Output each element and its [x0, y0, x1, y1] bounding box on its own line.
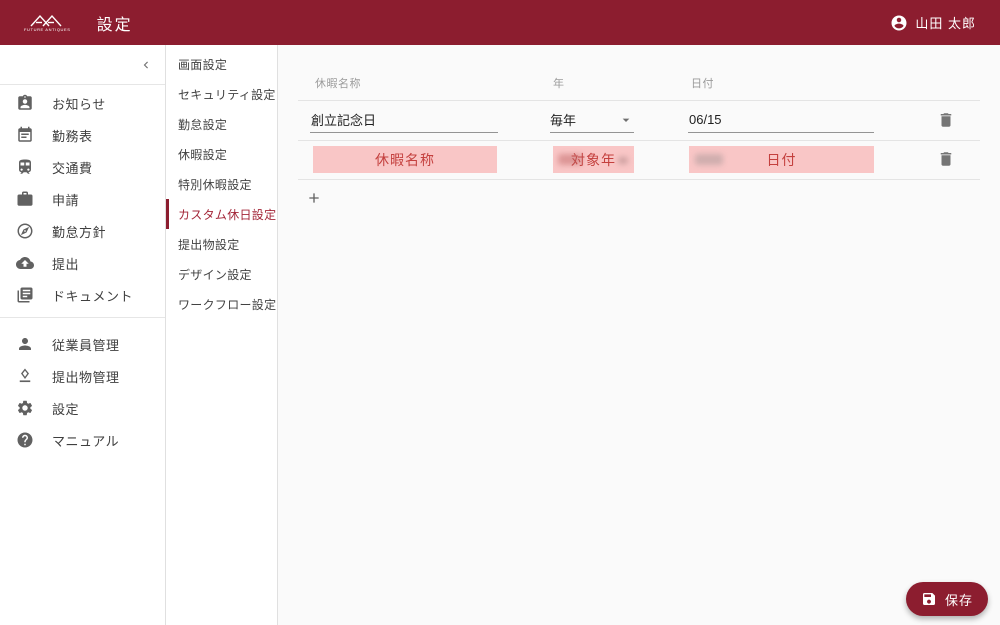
- settings-menu-item-custom-holiday[interactable]: カスタム休日設定: [166, 199, 277, 229]
- settings-menu-list: 画面設定 セキュリティ設定 勤怠設定 休暇設定 特別休暇設定 カスタム休日設定 …: [166, 49, 277, 319]
- year-select[interactable]: 毎年: [550, 107, 634, 133]
- settings-submenu: 画面設定 セキュリティ設定 勤怠設定 休暇設定 特別休暇設定 カスタム休日設定 …: [166, 45, 278, 625]
- settings-menu-item-submissions[interactable]: 提出物設定: [166, 229, 277, 259]
- holiday-name-input[interactable]: [310, 107, 498, 133]
- brand-name: FUTURE ANTIQUES: [24, 26, 71, 32]
- app-body: お知らせ 勤務表 交通費 申請 勤怠方針 提出 ドキュメント 従業員管理 提出物…: [0, 45, 1000, 625]
- brand-logo: FUTURE ANTIQUES: [24, 14, 71, 32]
- redacted-smudge: [618, 157, 628, 164]
- sidebar-item-work-schedule[interactable]: 勤務表: [0, 119, 165, 151]
- sidebar-item-label: 勤務表: [52, 128, 93, 144]
- approval-icon: [15, 366, 35, 386]
- row-divider: [298, 179, 980, 180]
- primary-sidebar: お知らせ 勤務表 交通費 申請 勤怠方針 提出 ドキュメント 従業員管理 提出物…: [0, 45, 166, 625]
- column-header-holiday-name: 休暇名称: [315, 78, 361, 90]
- save-button-label: 保存: [944, 592, 973, 608]
- save-icon: [921, 591, 937, 607]
- secondary-nav-list: 従業員管理 提出物管理 設定 マニュアル: [0, 326, 165, 456]
- sidebar-item-documents[interactable]: ドキュメント: [0, 279, 165, 311]
- annotated-year-field[interactable]: 対象年: [553, 146, 634, 173]
- sidebar-item-label: 交通費: [52, 160, 93, 176]
- train-icon: [15, 157, 35, 177]
- table-header-divider: [298, 100, 980, 101]
- delete-row-button[interactable]: [934, 147, 958, 171]
- sidebar-divider: [0, 317, 165, 318]
- clipboard-person-icon: [15, 93, 35, 113]
- settings-menu-item-screen[interactable]: 画面設定: [166, 49, 277, 79]
- app-window: FUTURE ANTIQUES 設定 山田 太郎 お知らせ 勤務表 交通費 申請…: [0, 0, 1000, 625]
- sidebar-item-label: 申請: [52, 192, 80, 208]
- column-header-date: 日付: [691, 78, 714, 90]
- person-icon: [15, 334, 35, 354]
- settings-menu-item-workflow[interactable]: ワークフロー設定: [166, 289, 277, 319]
- user-name: 山田 太郎: [915, 16, 976, 31]
- cloud-upload-icon: [15, 253, 35, 273]
- sidebar-item-label: 提出物管理: [52, 369, 120, 385]
- column-header-year: 年: [553, 78, 565, 90]
- compass-icon: [15, 221, 35, 241]
- sidebar-item-transport-expense[interactable]: 交通費: [0, 151, 165, 183]
- sidebar-item-label: 提出: [52, 256, 80, 272]
- sidebar-item-manual[interactable]: マニュアル: [0, 424, 165, 456]
- delete-row-button[interactable]: [934, 108, 958, 132]
- sidebar-item-label: お知らせ: [52, 96, 106, 112]
- annotation-label: 休暇名称: [375, 151, 435, 168]
- page-title: 設定: [96, 16, 133, 34]
- sidebar-item-notices[interactable]: お知らせ: [0, 87, 165, 119]
- year-select-value: 毎年: [550, 113, 577, 128]
- settings-menu-item-attendance[interactable]: 勤怠設定: [166, 109, 277, 139]
- account-circle-icon: [890, 14, 908, 32]
- annotation-label: 日付: [766, 151, 797, 168]
- custom-holiday-settings-panel: 休暇名称 年 日付 毎年 休暇名称 対象年: [278, 45, 1000, 625]
- primary-nav-list: お知らせ 勤務表 交通費 申請 勤怠方針 提出 ドキュメント: [0, 85, 165, 311]
- row-divider: [298, 140, 980, 141]
- sidebar-item-label: 勤怠方針: [52, 224, 107, 240]
- settings-menu-item-security[interactable]: セキュリティ設定: [166, 79, 277, 109]
- sidebar-item-submission-management[interactable]: 提出物管理: [0, 360, 165, 392]
- chevron-left-icon[interactable]: [139, 58, 153, 72]
- annotated-holiday-name-field[interactable]: 休暇名称: [313, 146, 497, 173]
- settings-menu-item-vacation[interactable]: 休暇設定: [166, 139, 277, 169]
- user-menu[interactable]: 山田 太郎: [890, 13, 976, 32]
- sidebar-item-submit[interactable]: 提出: [0, 247, 165, 279]
- save-button[interactable]: 保存: [905, 582, 988, 616]
- sidebar-item-application[interactable]: 申請: [0, 183, 165, 215]
- holiday-date-input[interactable]: [688, 107, 874, 133]
- sidebar-item-label: マニュアル: [52, 433, 120, 449]
- add-row-button[interactable]: [305, 189, 323, 207]
- redacted-smudge: [695, 154, 723, 165]
- sidebar-item-employee-management[interactable]: 従業員管理: [0, 328, 165, 360]
- sidebar-item-settings[interactable]: 設定: [0, 392, 165, 424]
- sidebar-item-label: 設定: [52, 401, 80, 417]
- dropdown-arrow-icon: [618, 112, 634, 128]
- calendar-icon: [15, 125, 35, 145]
- settings-menu-item-special-vacation[interactable]: 特別休暇設定: [166, 169, 277, 199]
- settings-menu-item-design[interactable]: デザイン設定: [166, 259, 277, 289]
- redacted-smudge: [558, 154, 582, 165]
- annotated-date-field[interactable]: 日付: [689, 146, 874, 173]
- sidebar-collapse-row: [0, 45, 165, 85]
- sidebar-item-label: 従業員管理: [52, 337, 120, 353]
- sidebar-item-attendance-policy[interactable]: 勤怠方針: [0, 215, 165, 247]
- briefcase-icon: [15, 189, 35, 209]
- help-icon: [15, 430, 35, 450]
- sidebar-item-label: ドキュメント: [52, 288, 134, 304]
- documents-icon: [15, 285, 35, 305]
- gear-icon: [15, 398, 35, 418]
- mountains-logo-icon: [29, 14, 65, 27]
- app-header: FUTURE ANTIQUES 設定 山田 太郎: [0, 0, 1000, 45]
